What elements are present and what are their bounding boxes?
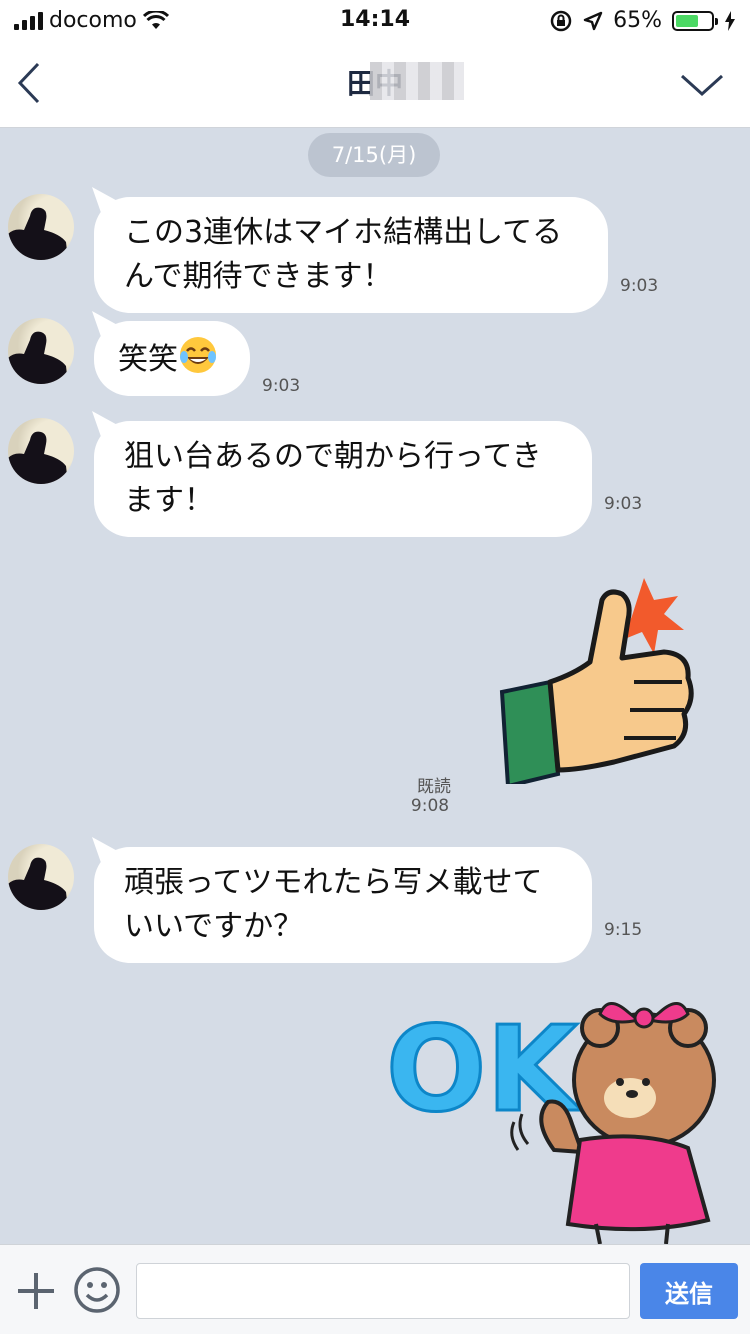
message-input-bar: 送信 [0, 1244, 750, 1334]
message-time: 9:15 [604, 920, 643, 940]
message-text-line: 狙い台あるので朝から行ってき [124, 439, 542, 474]
smiley-icon[interactable] [72, 1265, 122, 1315]
message-bubble[interactable]: 狙い台あるので朝から行ってき ます！ [94, 421, 592, 537]
message-bubble[interactable]: 笑笑 [94, 321, 250, 396]
avatar[interactable] [8, 418, 74, 484]
date-separator: 7/15(月) [308, 133, 440, 177]
status-right: 65% [549, 8, 736, 33]
avatar[interactable] [8, 318, 74, 384]
message-text-line: この3連休はマイホ結構出してる [124, 215, 563, 250]
chat-header: 田中 [0, 40, 750, 128]
message-bubble[interactable]: 頑張ってツモれたら写メ載せて いいですか？ [94, 847, 592, 963]
message-time: 9:03 [262, 376, 301, 396]
battery-percentage: 65% [613, 8, 662, 33]
thumbs-up-sticker[interactable] [494, 574, 704, 784]
message-bubble[interactable]: この3連休はマイホ結構出してる んで期待できます！ [94, 197, 608, 313]
charging-bolt-icon [725, 10, 735, 31]
message-text-line: ます！ [124, 483, 214, 518]
avatar[interactable] [8, 844, 74, 910]
message-text-line: 頑張ってツモれたら写メ載せて [124, 865, 543, 900]
message-input[interactable] [136, 1263, 630, 1319]
message-time: 9:03 [604, 494, 643, 514]
plus-icon[interactable] [14, 1269, 58, 1313]
battery-icon [672, 10, 718, 31]
message-text-line: んで期待できます！ [124, 259, 393, 294]
status-bar: docomo 14:14 65% [0, 0, 750, 40]
avatar[interactable] [8, 194, 74, 260]
message-text-line: いいですか？ [124, 909, 304, 944]
message-time: 9:03 [620, 276, 659, 296]
name-redaction-blur [370, 62, 464, 100]
ok-bear-sticker[interactable]: OK! [382, 990, 718, 1244]
message-text: 笑笑 [118, 342, 178, 377]
rotation-lock-icon [550, 10, 572, 31]
message-time: 9:08 [410, 796, 450, 816]
send-button[interactable]: 送信 [640, 1263, 738, 1319]
battery-fill [676, 14, 698, 27]
chevron-down-icon[interactable] [678, 70, 726, 100]
location-arrow-icon [583, 11, 603, 30]
read-receipt: 既読 [417, 777, 451, 797]
face-with-tears-of-joy-icon [180, 337, 216, 373]
